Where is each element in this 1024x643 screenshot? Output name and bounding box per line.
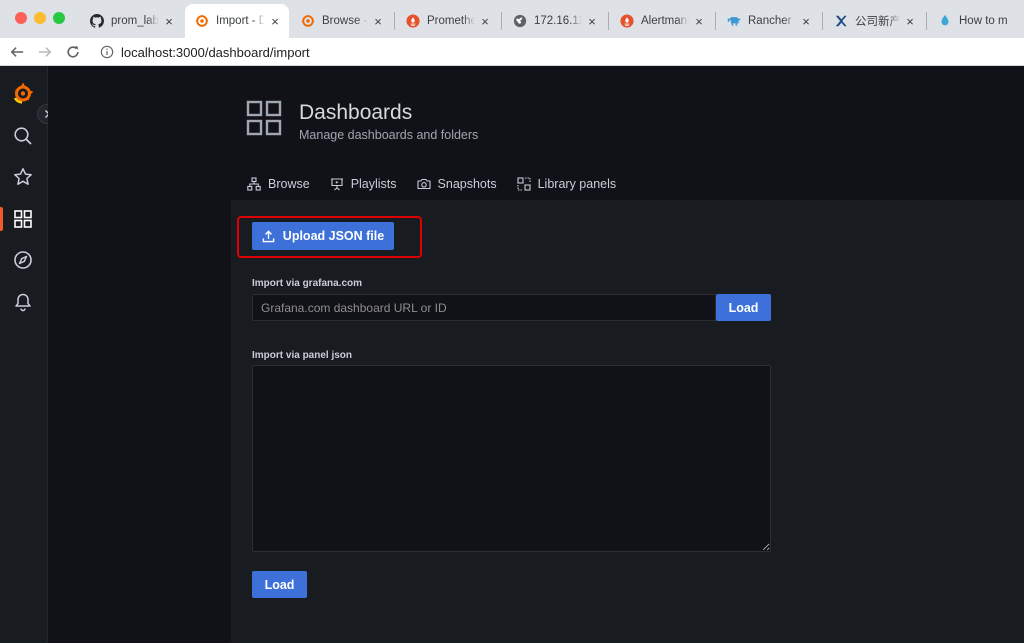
reload-button[interactable] (62, 41, 84, 63)
tab-browse[interactable]: Browse (247, 174, 310, 194)
explore-icon[interactable] (11, 248, 35, 272)
tab-close-icon[interactable]: × (269, 14, 281, 29)
tab-label: Browse (268, 177, 310, 191)
rancher-icon (727, 14, 741, 28)
tab-close-icon[interactable]: × (479, 14, 491, 29)
side-menu (0, 66, 57, 643)
grafana-logo[interactable] (11, 81, 35, 105)
tab-divider (608, 12, 609, 30)
window-minimize-button[interactable] (34, 12, 46, 24)
page-subtitle: Manage dashboards and folders (299, 128, 479, 142)
tab-title: Promethe (427, 15, 475, 27)
reload-icon (67, 46, 79, 58)
tab-label: Playlists (350, 177, 397, 191)
url-text: localhost:3000/dashboard/import (121, 44, 310, 60)
browser-tab-rancher[interactable]: Rancher × (717, 4, 820, 38)
tab-close-icon[interactable]: × (372, 14, 384, 29)
browser-tab-alertmanager[interactable]: Alertmana × (610, 4, 713, 38)
active-indicator (0, 207, 3, 231)
import-form: Upload JSON file Import via grafana.com … (231, 200, 1024, 643)
address-field[interactable]: localhost:3000/dashboard/import (92, 41, 1012, 63)
tab-close-icon[interactable]: × (693, 14, 705, 29)
browser-tab-prom-lab[interactable]: prom_lab/ × (80, 4, 183, 38)
grafana-icon (195, 14, 209, 28)
panel-json-load-button[interactable]: Load (252, 571, 307, 598)
prometheus-icon (620, 14, 634, 28)
browser-toolbar: localhost:3000/dashboard/import (0, 38, 1024, 66)
back-button[interactable] (6, 41, 28, 63)
tab-divider (926, 12, 927, 30)
globe-icon (513, 14, 527, 28)
arrow-right-icon (38, 47, 52, 57)
browser-tab-strip: prom_lab/ × Import - D × Browse - I × Pr… (0, 0, 1024, 38)
library-panels-icon (517, 177, 531, 191)
presentation-icon (330, 177, 344, 191)
alerting-icon[interactable] (11, 290, 35, 314)
page-header: Dashboards Manage dashboards and folders… (231, 66, 1024, 200)
tab-title: 172.16.11. (534, 15, 582, 27)
forward-button[interactable] (34, 41, 56, 63)
prometheus-icon (406, 14, 420, 28)
star-icon[interactable] (11, 165, 35, 189)
grafana-com-load-button[interactable]: Load (716, 294, 771, 321)
tab-library-panels[interactable]: Library panels (517, 174, 617, 194)
window-zoom-button[interactable] (53, 12, 65, 24)
dashboards-header-icon (246, 100, 282, 136)
tab-playlists[interactable]: Playlists (330, 174, 397, 194)
company-icon (834, 14, 848, 28)
panel-json-textarea[interactable] (252, 365, 771, 552)
tab-title: Import - D (216, 15, 265, 27)
tab-label: Library panels (537, 177, 617, 191)
main-area: Dashboards Manage dashboards and folders… (48, 66, 1024, 643)
info-icon (100, 45, 114, 59)
arrow-left-icon (10, 47, 24, 57)
tab-close-icon[interactable]: × (800, 14, 812, 29)
tab-close-icon[interactable]: × (163, 14, 175, 29)
camera-icon (416, 177, 431, 191)
tab-close-icon[interactable]: × (586, 14, 598, 29)
tab-divider (501, 12, 502, 30)
github-icon (90, 14, 104, 28)
browser-tab-company[interactable]: 公司新产品 × (824, 4, 924, 38)
tab-close-icon[interactable]: × (904, 14, 916, 29)
drop-icon (938, 14, 952, 28)
tab-snapshots[interactable]: Snapshots (416, 174, 497, 194)
tab-title: How to m (959, 15, 1008, 27)
tab-title: Browse - I (322, 15, 368, 27)
panel-json-label: Import via panel json (252, 350, 353, 361)
tab-title: Rancher (748, 15, 792, 27)
grafana-com-url-input[interactable] (252, 294, 716, 321)
upload-json-label: Upload JSON file (282, 229, 385, 243)
sitemap-icon (247, 177, 261, 191)
tab-label: Snapshots (437, 177, 497, 191)
browser-tab-browse[interactable]: Browse - I × (291, 4, 392, 38)
page-tabs: Browse Playlists Snapshots Library panel… (247, 174, 636, 200)
browser-tab-import[interactable]: Import - D × (185, 4, 289, 38)
dashboards-icon[interactable] (11, 207, 35, 231)
tab-title: prom_lab/ (111, 15, 159, 27)
upload-json-button[interactable]: Upload JSON file (252, 222, 394, 250)
browser-tab-prometheus[interactable]: Promethe × (396, 4, 499, 38)
grafana-com-label: Import via grafana.com (252, 278, 363, 289)
grafana-icon (301, 14, 315, 28)
upload-icon (262, 229, 275, 242)
search-icon[interactable] (11, 124, 35, 148)
tab-divider (822, 12, 823, 30)
tab-divider (715, 12, 716, 30)
tab-title: 公司新产品 (855, 16, 900, 28)
browser-tab-ip[interactable]: 172.16.11. × (503, 4, 606, 38)
page-title: Dashboards (299, 101, 413, 124)
browser-tab-how-to[interactable]: How to m (928, 4, 1024, 38)
tab-title: Alertmana (641, 15, 689, 27)
window-close-button[interactable] (15, 12, 27, 24)
tab-divider (394, 12, 395, 30)
grafana-app: Dashboards Manage dashboards and folders… (0, 66, 1024, 643)
